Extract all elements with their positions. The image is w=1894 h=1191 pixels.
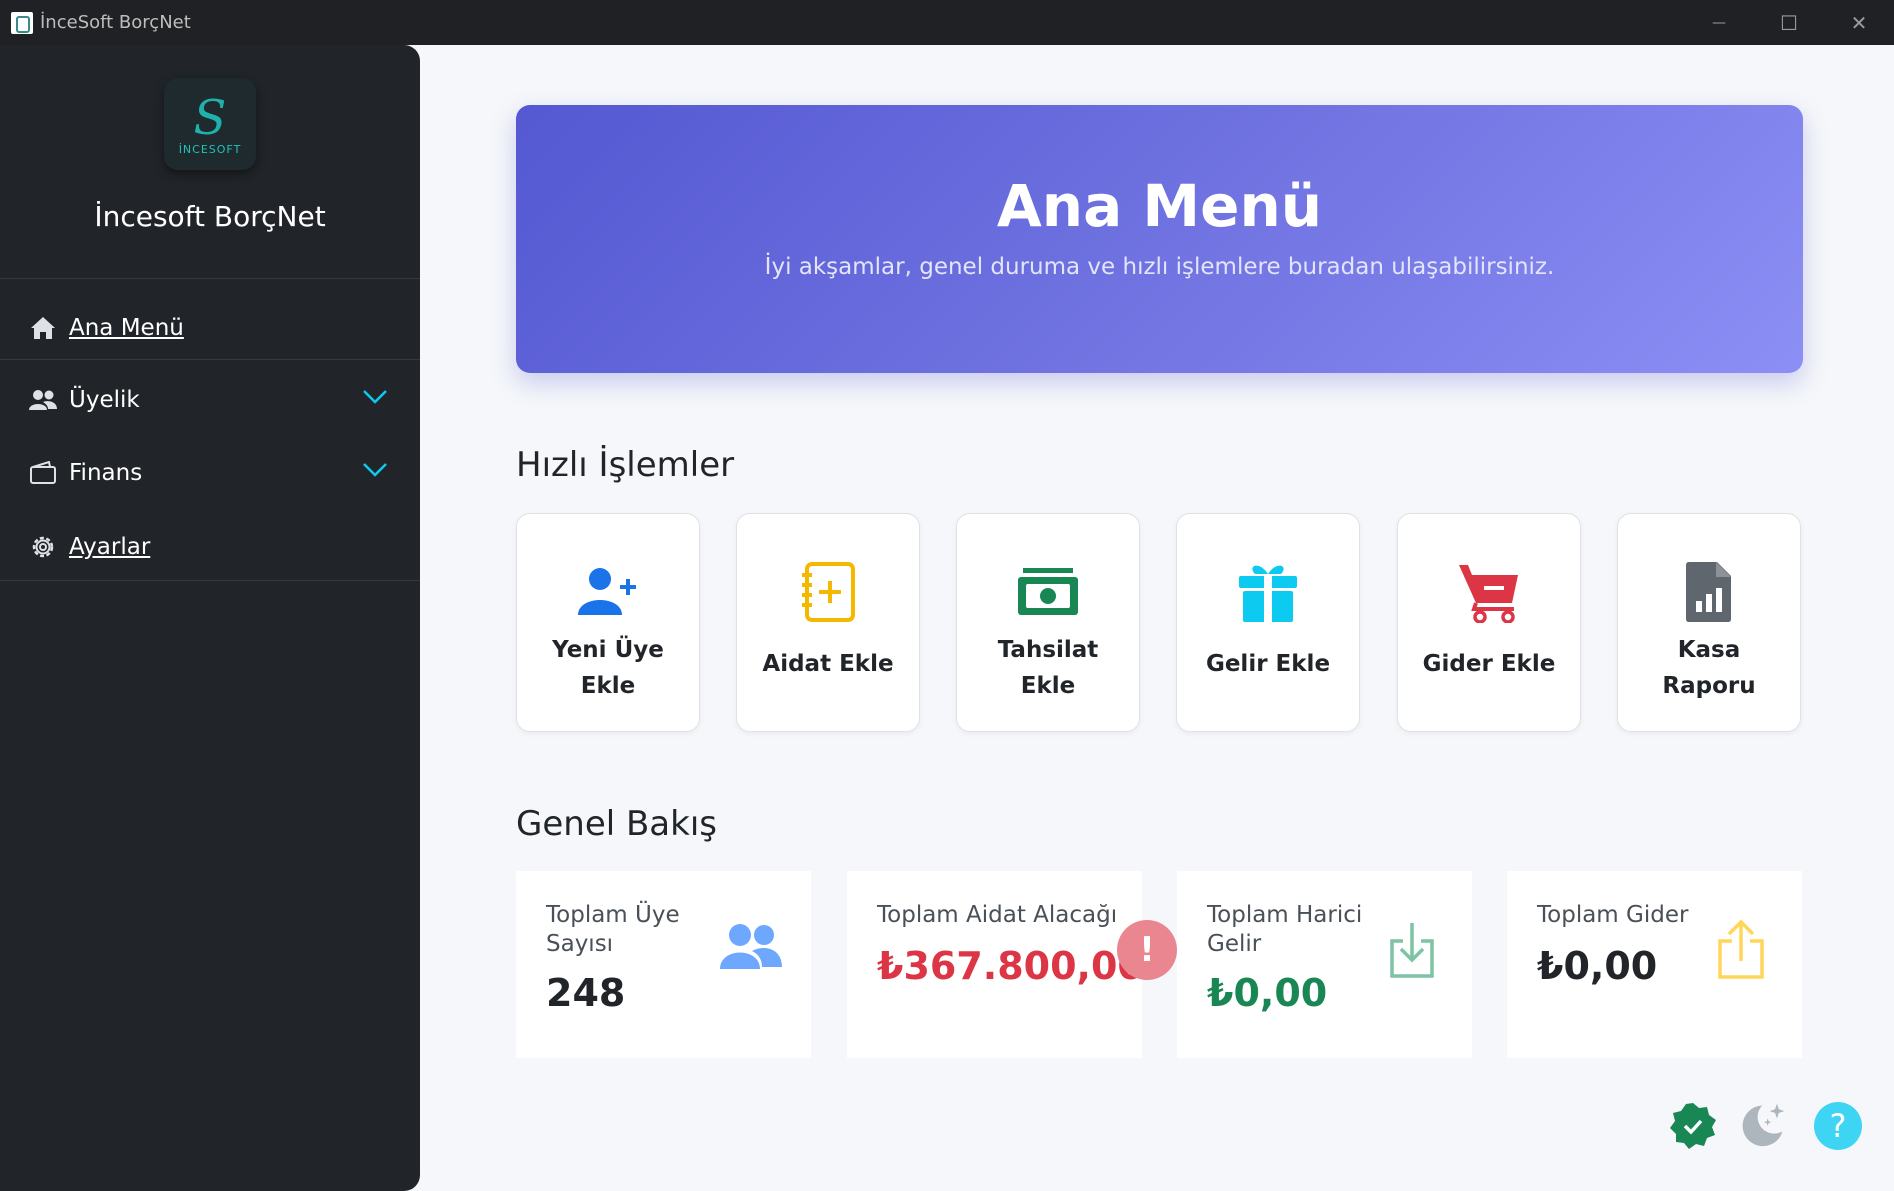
sidebar-item-label: Ana Menü <box>69 315 184 341</box>
sidebar-item-label: Ayarlar <box>69 534 151 560</box>
alert-icon: ! <box>1117 920 1177 980</box>
app-logo: S İNCESOFT <box>164 78 256 170</box>
close-icon: ✕ <box>1850 10 1868 35</box>
close-button[interactable]: ✕ <box>1824 0 1894 45</box>
divider <box>0 278 420 279</box>
status-check-button[interactable] <box>1669 1102 1717 1150</box>
notebook-plus-icon <box>788 552 868 632</box>
overview-title: Genel Bakış <box>516 804 717 844</box>
cash-icon <box>1008 552 1088 632</box>
title-bar: İnceSoft BorçNet — ☐ ✕ <box>0 0 1894 45</box>
stat-value: ₺0,00 <box>1207 971 1328 1015</box>
cart-minus-icon <box>1449 552 1529 632</box>
sidebar-item-label: Finans <box>69 460 143 486</box>
quick-action-yeni-uye[interactable]: Yeni Üye Ekle <box>516 513 700 732</box>
help-button[interactable]: ? <box>1814 1102 1862 1150</box>
gear-icon <box>29 533 57 561</box>
page-title: Ana Menü <box>996 172 1323 240</box>
logo-text: İNCESOFT <box>178 142 242 156</box>
sidebar-item-ana-menu[interactable]: Ana Menü <box>0 293 420 363</box>
quick-action-label: Tahsilat Ekle <box>997 637 1099 699</box>
brand-name: İncesoft BorçNet <box>94 200 326 233</box>
hero-banner: Ana Menü İyi akşamlar, genel duruma ve h… <box>516 105 1803 373</box>
divider <box>0 359 420 360</box>
moon-stars-icon <box>1742 1103 1785 1147</box>
window-title: İnceSoft BorçNet <box>40 12 191 33</box>
stat-title: Toplam Aidat Alacağı <box>877 902 1118 928</box>
sidebar-item-label: Üyelik <box>69 387 140 413</box>
theme-toggle-button[interactable] <box>1740 1100 1788 1148</box>
stat-value: ₺367.800,00 <box>877 944 1144 988</box>
upload-icon <box>1718 919 1764 979</box>
stat-title: Toplam Harici Gelir <box>1207 902 1363 957</box>
stat-card-aidat-alacagi: Toplam Aidat Alacağı ₺367.800,00 <box>847 871 1144 1058</box>
page-subtitle: İyi akşamlar, genel duruma ve hızlı işle… <box>764 254 1555 280</box>
download-icon <box>1390 923 1434 978</box>
quick-action-label: Kasa Raporu <box>1662 637 1756 699</box>
stat-card-harici-gelir: Toplam Harici Gelir ₺0,00 <box>1177 871 1472 1058</box>
quick-action-label: Aidat Ekle <box>762 651 894 677</box>
sidebar-item-uyelik[interactable]: Üyelik <box>0 365 420 435</box>
report-icon <box>1669 552 1749 632</box>
minimize-button[interactable]: — <box>1684 0 1754 45</box>
stat-value: ₺0,00 <box>1537 944 1658 988</box>
chevron-down-icon[interactable] <box>362 389 388 405</box>
stat-card-uye: Toplam Üye Sayısı 248 <box>516 871 811 1058</box>
divider <box>0 580 420 581</box>
stat-card-gider: Toplam Gider ₺0,00 <box>1507 871 1802 1058</box>
quick-action-label: Gider Ekle <box>1422 651 1556 677</box>
users-icon <box>29 386 57 414</box>
quick-action-aidat[interactable]: Aidat Ekle <box>736 513 920 732</box>
app-icon <box>11 11 33 34</box>
sidebar-item-finans[interactable]: Finans <box>0 438 420 508</box>
check-badge-icon <box>1670 1103 1716 1149</box>
user-plus-icon <box>568 552 648 632</box>
home-icon <box>29 314 57 342</box>
quick-action-gider[interactable]: Gider Ekle <box>1397 513 1581 732</box>
quick-action-gelir[interactable]: Gelir Ekle <box>1176 513 1360 732</box>
users-icon <box>720 924 782 969</box>
gift-icon <box>1228 552 1308 632</box>
chevron-down-icon[interactable] <box>362 462 388 478</box>
stat-title: Toplam Gider <box>1537 902 1689 928</box>
maximize-icon: ☐ <box>1780 10 1798 35</box>
quick-action-label: Yeni Üye Ekle <box>552 637 664 699</box>
sidebar-item-ayarlar[interactable]: Ayarlar <box>0 512 420 582</box>
stat-title: Toplam Üye Sayısı <box>546 902 680 957</box>
quick-actions-title: Hızlı İşlemler <box>516 445 735 485</box>
quick-action-kasa-raporu[interactable]: Kasa Raporu <box>1617 513 1801 732</box>
logo-letter: S <box>193 89 227 146</box>
stat-value: 248 <box>546 971 626 1015</box>
quick-action-label: Gelir Ekle <box>1205 651 1331 677</box>
sidebar: S İNCESOFT İncesoft BorçNet Ana Menü Üye… <box>0 45 420 1191</box>
quick-action-tahsilat[interactable]: Tahsilat Ekle <box>956 513 1140 732</box>
maximize-button[interactable]: ☐ <box>1754 0 1824 45</box>
wallet-icon <box>29 459 57 487</box>
minimize-icon: — <box>1712 14 1726 31</box>
